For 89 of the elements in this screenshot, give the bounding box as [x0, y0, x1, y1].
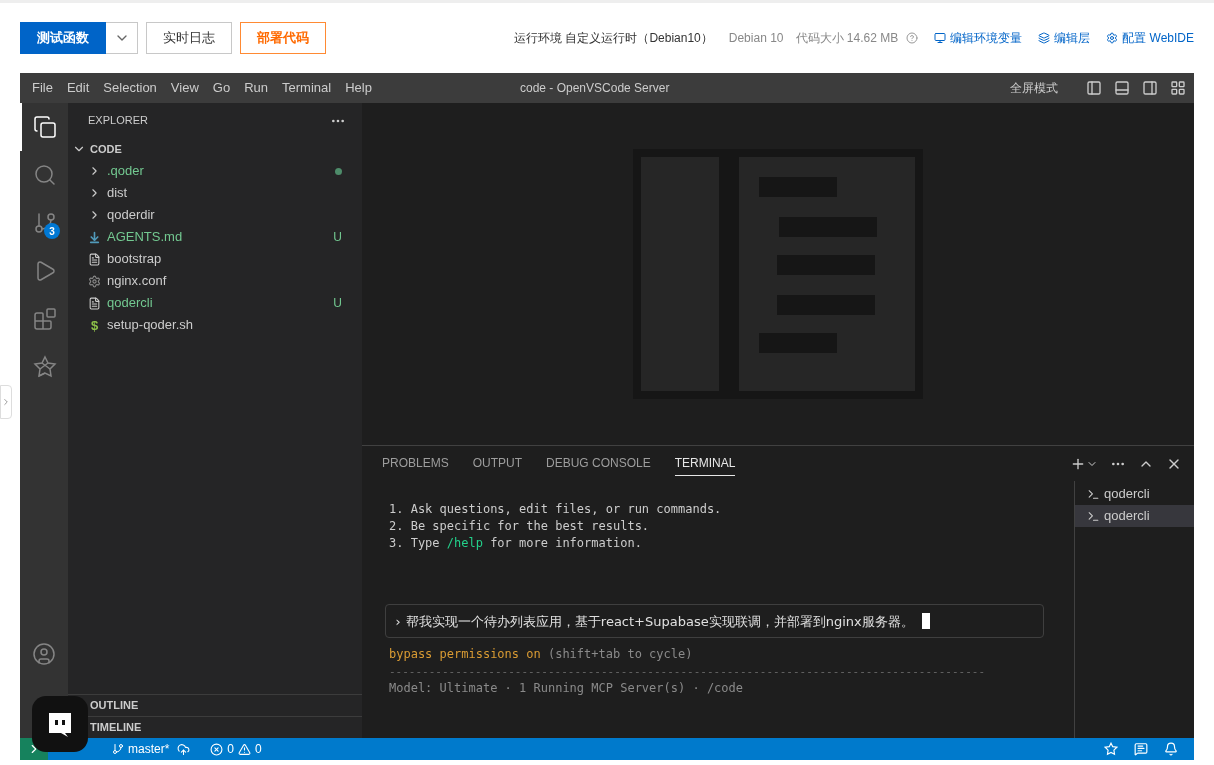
chevron-icon — [1, 397, 11, 407]
toolbar-link[interactable]: 编辑环境变量 — [934, 29, 1023, 47]
branch-name[interactable]: master* — [128, 740, 170, 758]
file-tree-item[interactable]: .qoder — [68, 160, 362, 182]
test-function-button[interactable]: 测试函数 — [20, 22, 106, 54]
file-name: setup-qoder.sh — [107, 316, 194, 335]
warning-count[interactable]: 0 — [255, 740, 262, 758]
layout-grid-icon[interactable] — [1170, 80, 1186, 96]
menu-item[interactable]: View — [170, 78, 199, 98]
menu-item[interactable]: File — [32, 78, 53, 98]
toolbar-link[interactable]: 编辑层 — [1038, 29, 1091, 47]
menu-item[interactable]: Selection — [103, 78, 157, 98]
error-count[interactable]: 0 — [227, 740, 235, 758]
file-name: .qoder — [107, 162, 145, 181]
toolbar-button[interactable]: 实时日志 — [146, 22, 232, 54]
fullscreen-button[interactable]: 全屏模式 — [1010, 79, 1058, 97]
feedback-icon[interactable] — [1134, 742, 1148, 756]
file-tree-item[interactable]: qodercli U — [68, 292, 362, 314]
menu-item[interactable]: Run — [244, 78, 268, 98]
section-header[interactable]: TIMELINE — [90, 719, 142, 736]
terminal-line: 2. Be specific for the best results. — [389, 518, 651, 535]
file-name: dist — [107, 184, 129, 203]
branch-icon[interactable] — [112, 743, 124, 755]
os-label: Debian 10 — [728, 30, 784, 47]
file-name: nginx.conf — [107, 272, 168, 291]
menu-item[interactable]: Edit — [66, 78, 90, 98]
secondary-sidebar-icon[interactable] — [1142, 80, 1158, 96]
permission-status: bypass permissions on (shift+tab to cycle) — [389, 646, 694, 663]
source-control-icon[interactable] — [33, 211, 57, 235]
runtime-label: 运行环境 自定义运行时（Debian10） — [514, 30, 713, 47]
panel-tab[interactable]: OUTPUT — [472, 451, 523, 476]
terminal-icon — [1087, 509, 1100, 523]
monitor-icon — [934, 32, 947, 44]
file-tree-item[interactable]: dist — [68, 182, 362, 204]
sidebar-layout-icon[interactable] — [1086, 80, 1102, 96]
explorer-title: EXPLORER — [88, 113, 148, 129]
file-tree-item[interactable]: $ setup-qoder.sh — [68, 314, 362, 336]
git-status-label: U — [333, 295, 342, 312]
menu-item[interactable]: Terminal — [282, 78, 332, 98]
panel-tab[interactable]: PROBLEMS — [382, 451, 449, 476]
git-status-label: U — [333, 229, 342, 246]
cloud-upload-icon[interactable] — [177, 742, 191, 756]
menu-item[interactable]: Go — [212, 78, 231, 98]
terminal-instance[interactable]: qodercli — [1075, 483, 1194, 505]
extensions-icon[interactable] — [33, 307, 57, 331]
file-name: bootstrap — [107, 250, 163, 269]
file-tree-item[interactable]: AGENTS.md U — [68, 226, 362, 248]
notification-bell-icon[interactable] — [1164, 742, 1178, 756]
download-arrow-icon — [88, 230, 101, 244]
text-cursor — [921, 613, 930, 629]
panel-tab[interactable]: TERMINAL — [674, 451, 736, 476]
sidebar-collapse-handle[interactable] — [0, 385, 12, 419]
prompt-text: 帮我实现一个待办列表应用，基于react+Supabase实现联调，并部署到nginx服务器。 — [405, 612, 914, 630]
file-tree-item[interactable]: nginx.conf — [68, 270, 362, 292]
terminal-line: 1. Ask questions, edit files, or run commands. — [389, 501, 723, 518]
window-title: code - OpenVSCode Server — [520, 80, 670, 97]
prompt-chevron: › — [394, 612, 402, 630]
text-lines-icon — [88, 296, 101, 310]
file-tree-item[interactable]: bootstrap — [68, 248, 362, 270]
panel-tab[interactable]: DEBUG CONSOLE — [546, 451, 651, 476]
menu-item[interactable]: Help — [345, 78, 372, 98]
section-header[interactable]: OUTLINE — [90, 697, 139, 714]
prompt-input-box[interactable]: › 帮我实现一个待办列表应用，基于react+Supabase实现联调，并部署到nginx服务器。 — [385, 604, 1044, 638]
toolbar-link[interactable]: 配置 WebIDE — [1106, 29, 1194, 47]
file-tree-item[interactable]: qoderdir — [68, 204, 362, 226]
terminal-instance[interactable]: qodercli — [1075, 505, 1194, 527]
count-badge: 3 — [44, 223, 60, 239]
account-icon[interactable] — [32, 642, 56, 666]
explorer-icon[interactable] — [33, 115, 57, 139]
dashed-rule: ------------------------------------------------------------------------------------------ — [389, 664, 987, 680]
model-status: Model: Ultimate · 1 Running MCP Server(s) · /code — [389, 680, 744, 697]
search-icon[interactable] — [33, 163, 57, 187]
folder-header[interactable]: CODE — [68, 138, 362, 160]
code-size-label: 代码大小 14.62 MB — [795, 30, 899, 47]
file-name: qodercli — [107, 294, 154, 313]
terminal-line: 3. Type /help for more information. — [389, 535, 643, 552]
text-lines-icon — [88, 252, 101, 266]
gear-icon — [1106, 32, 1119, 44]
chat-widget-button[interactable] — [32, 696, 88, 752]
file-name: qoderdir — [107, 206, 156, 225]
layers-icon — [1038, 32, 1051, 44]
error-icon — [210, 742, 224, 756]
panel-layout-icon[interactable] — [1114, 80, 1130, 96]
star-logo-icon[interactable] — [33, 355, 57, 379]
warning-icon — [238, 742, 252, 756]
file-name: AGENTS.md — [107, 228, 184, 247]
gear-icon — [88, 274, 101, 288]
dollar-icon: $ — [88, 318, 101, 332]
terminal-icon — [1087, 487, 1100, 501]
